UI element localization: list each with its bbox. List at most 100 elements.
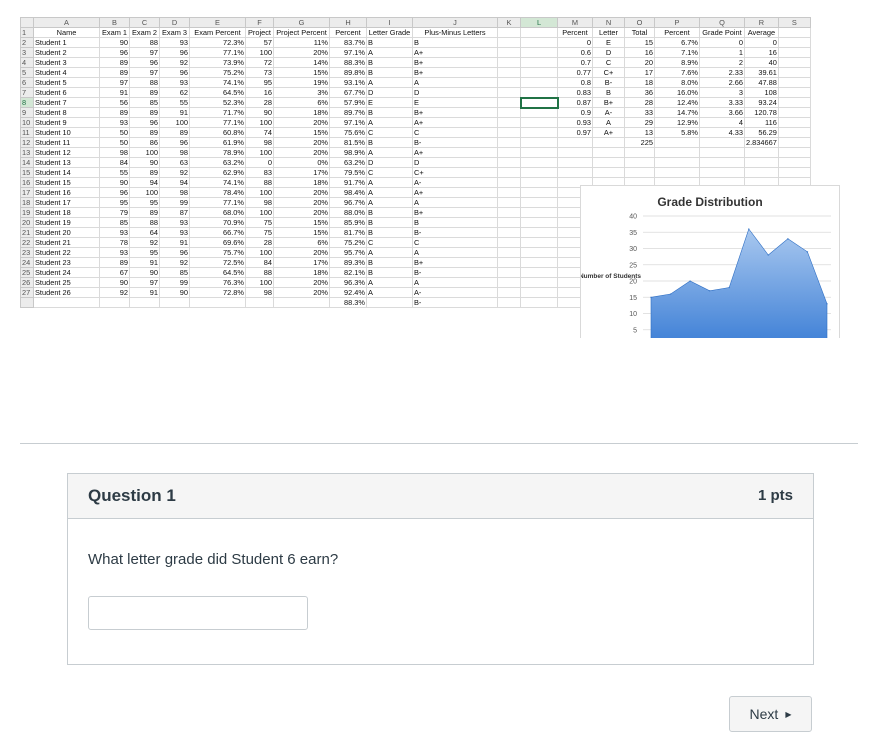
sheet-cell[interactable]: 68.0% [189, 207, 246, 218]
sheet-cell[interactable]: 96 [159, 137, 190, 148]
sheet-cell[interactable] [520, 217, 558, 228]
sheet-cell[interactable]: 20% [273, 147, 330, 158]
sheet-cell[interactable] [520, 227, 558, 238]
sheet-cell[interactable]: 20% [273, 247, 330, 258]
sheet-cell[interactable]: 14% [273, 57, 330, 68]
sheet-cell[interactable] [520, 67, 558, 78]
sheet-cell[interactable]: 82.1% [329, 267, 367, 278]
sheet-cell[interactable] [592, 157, 625, 168]
sheet-cell[interactable]: E [592, 37, 625, 48]
sheet-cell[interactable]: 89 [129, 207, 160, 218]
sheet-cell[interactable]: 100 [245, 187, 274, 198]
sheet-cell[interactable]: 91 [159, 107, 190, 118]
sheet-cell[interactable] [497, 67, 521, 78]
sheet-cell[interactable]: Name [33, 27, 100, 38]
sheet-cell[interactable]: 76.3% [189, 277, 246, 288]
column-header-a[interactable]: A [33, 17, 100, 28]
row-header[interactable]: 9 [20, 107, 34, 118]
sheet-cell[interactable]: 75.2% [189, 67, 246, 78]
sheet-cell[interactable]: B- [412, 267, 498, 278]
sheet-cell[interactable]: D [592, 47, 625, 58]
sheet-cell[interactable] [520, 197, 558, 208]
sheet-cell[interactable] [129, 297, 160, 308]
sheet-cell[interactable]: A [366, 187, 413, 198]
sheet-cell[interactable]: A [366, 277, 413, 288]
sheet-cell[interactable]: B [366, 227, 413, 238]
sheet-cell[interactable]: Student 3 [33, 57, 100, 68]
column-header-n[interactable]: N [592, 17, 625, 28]
sheet-cell[interactable] [557, 167, 593, 178]
sheet-cell[interactable]: A- [592, 107, 625, 118]
sheet-cell[interactable] [520, 187, 558, 198]
sheet-cell[interactable]: 96 [129, 57, 160, 68]
sheet-cell[interactable]: Student 9 [33, 117, 100, 128]
sheet-cell[interactable]: 96.3% [329, 277, 367, 288]
sheet-cell[interactable]: Student 14 [33, 167, 100, 178]
sheet-cell[interactable]: Plus-Minus Letters [412, 27, 498, 38]
sheet-cell[interactable]: A [366, 197, 413, 208]
sheet-cell[interactable]: 16 [245, 87, 274, 98]
sheet-cell[interactable]: Percent [557, 27, 593, 38]
sheet-cell[interactable] [497, 107, 521, 118]
sheet-cell[interactable] [520, 27, 558, 38]
sheet-cell[interactable] [592, 137, 625, 148]
column-header-l[interactable]: L [520, 17, 558, 28]
sheet-cell[interactable] [189, 297, 246, 308]
sheet-cell[interactable]: 98 [245, 197, 274, 208]
sheet-cell[interactable]: C [366, 167, 413, 178]
sheet-cell[interactable]: 50 [99, 137, 130, 148]
sheet-cell[interactable] [699, 157, 745, 168]
sheet-cell[interactable]: 225 [624, 137, 655, 148]
sheet-cell[interactable]: 56.29 [744, 127, 779, 138]
sheet-cell[interactable]: B [366, 217, 413, 228]
sheet-cell[interactable]: 64.5% [189, 267, 246, 278]
sheet-cell[interactable]: C [412, 127, 498, 138]
sheet-cell[interactable]: B+ [412, 67, 498, 78]
sheet-cell[interactable]: 85 [129, 97, 160, 108]
sheet-cell[interactable]: Student 4 [33, 67, 100, 78]
sheet-cell[interactable]: 62 [159, 87, 190, 98]
sheet-cell[interactable] [744, 157, 779, 168]
column-header-s[interactable]: S [777, 17, 811, 28]
sheet-cell[interactable]: A [366, 287, 413, 298]
row-header[interactable]: 15 [20, 167, 34, 178]
sheet-cell[interactable] [624, 167, 655, 178]
sheet-cell[interactable]: 100 [245, 47, 274, 58]
sheet-cell[interactable]: 0.83 [557, 87, 593, 98]
sheet-cell[interactable]: B [366, 67, 413, 78]
sheet-cell[interactable] [497, 207, 521, 218]
sheet-cell[interactable]: 72.3% [189, 37, 246, 48]
sheet-cell[interactable]: B+ [412, 207, 498, 218]
sheet-cell[interactable]: 20 [624, 57, 655, 68]
sheet-cell[interactable]: 97 [99, 77, 130, 88]
sheet-cell[interactable]: A [366, 177, 413, 188]
sheet-cell[interactable]: 95.7% [329, 247, 367, 258]
sheet-cell[interactable] [699, 167, 745, 178]
sheet-cell[interactable]: Project [245, 27, 274, 38]
row-header[interactable]: 21 [20, 227, 34, 238]
sheet-cell[interactable] [744, 147, 779, 158]
sheet-cell[interactable]: B [366, 137, 413, 148]
column-header-b[interactable]: B [99, 17, 130, 28]
sheet-cell[interactable] [592, 147, 625, 158]
sheet-cell[interactable]: 3.66 [699, 107, 745, 118]
sheet-cell[interactable]: 20% [273, 287, 330, 298]
sheet-cell[interactable] [624, 157, 655, 168]
sheet-cell[interactable] [497, 187, 521, 198]
sheet-cell[interactable]: 7.1% [654, 47, 700, 58]
sheet-cell[interactable]: 74.1% [189, 77, 246, 88]
sheet-cell[interactable]: Percent [654, 27, 700, 38]
sheet-cell[interactable]: 6% [273, 237, 330, 248]
sheet-cell[interactable]: Total [624, 27, 655, 38]
sheet-cell[interactable]: 0.7 [557, 57, 593, 68]
sheet-cell[interactable]: 4.33 [699, 127, 745, 138]
sheet-cell[interactable]: 0.93 [557, 117, 593, 128]
sheet-cell[interactable] [777, 137, 811, 148]
sheet-cell[interactable]: B [366, 257, 413, 268]
sheet-cell[interactable]: 19% [273, 77, 330, 88]
row-header[interactable]: 20 [20, 217, 34, 228]
sheet-cell[interactable]: 120.78 [744, 107, 779, 118]
sheet-cell[interactable]: B+ [412, 107, 498, 118]
sheet-cell[interactable]: 73 [245, 67, 274, 78]
sheet-cell[interactable] [273, 297, 330, 308]
